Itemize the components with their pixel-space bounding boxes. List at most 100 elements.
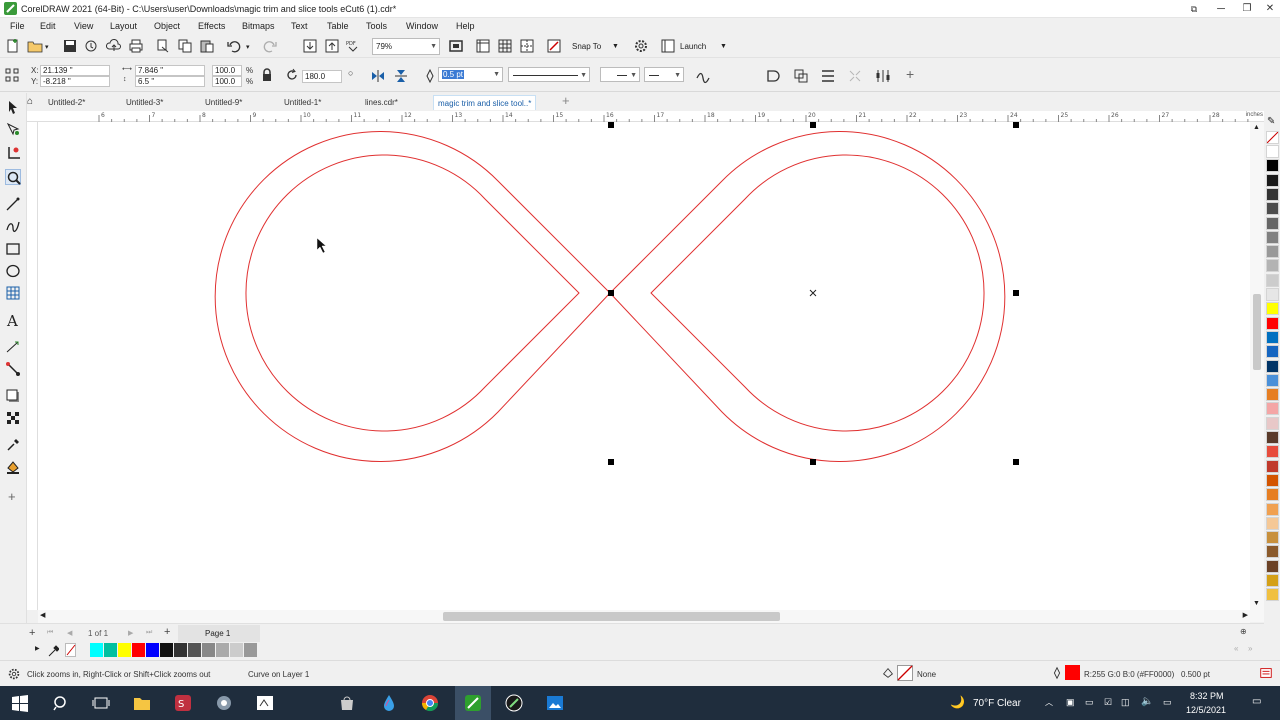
menu-tools[interactable]: Tools <box>366 21 387 31</box>
zoom-canvas-icon[interactable]: ⊕ <box>1240 627 1247 636</box>
launch-dropdown-arrow[interactable]: ▼ <box>720 43 727 50</box>
parallel-dimension-icon[interactable] <box>5 339 21 355</box>
previous-page-icon[interactable]: ◀ <box>67 629 72 637</box>
palette-swatch[interactable] <box>1266 302 1279 316</box>
cloud-upload-icon[interactable] <box>105 38 122 54</box>
width-field[interactable]: 7.846 " <box>135 65 205 76</box>
inner-left-loop[interactable] <box>245 154 580 432</box>
doc-palette-swatch[interactable] <box>216 643 229 657</box>
minimize-button[interactable]: ─ <box>1208 0 1234 18</box>
close-curve-icon[interactable] <box>765 68 781 84</box>
cut-icon[interactable] <box>155 38 171 54</box>
ellipse-tool-icon[interactable] <box>5 263 21 279</box>
text-tool-icon[interactable]: A <box>5 312 21 330</box>
show-grid-icon[interactable] <box>497 38 513 54</box>
palette-swatch[interactable] <box>1266 216 1279 230</box>
scale-y-field[interactable]: 100.0 <box>212 76 242 87</box>
fill-none-swatch[interactable] <box>897 665 913 681</box>
selection-handle-top-left[interactable] <box>608 122 614 128</box>
scroll-down-arrow[interactable]: ▼ <box>1253 600 1260 607</box>
last-page-icon[interactable]: ⏭ <box>146 629 152 637</box>
zoom-level-dropdown[interactable]: 79% ▼ <box>372 38 440 55</box>
doc-palette-swatch[interactable] <box>132 643 145 657</box>
tray-camera-icon[interactable]: ▭ <box>1085 697 1094 708</box>
new-document-icon[interactable] <box>5 38 21 54</box>
chrome-icon[interactable] <box>421 694 439 712</box>
outer-right-loop[interactable] <box>609 131 1006 462</box>
curve-shape-icon[interactable] <box>695 68 711 84</box>
palette-swatch[interactable] <box>1266 574 1279 587</box>
palette-swatch[interactable] <box>1266 259 1279 273</box>
palette-swatch[interactable] <box>1266 373 1279 387</box>
copy-icon[interactable] <box>177 38 193 54</box>
redo-icon[interactable] <box>262 38 278 54</box>
tab-untitled-1[interactable]: Untitled-1* <box>284 95 321 110</box>
battery-icon[interactable]: ▭ <box>1163 697 1172 708</box>
palette-swatch[interactable] <box>1266 345 1279 359</box>
align-icon[interactable] <box>875 68 891 84</box>
selection-handle-bottom-right[interactable] <box>1013 459 1019 465</box>
launch-app-icon[interactable] <box>660 38 676 54</box>
doc-palette-swatch[interactable] <box>118 643 131 657</box>
menu-object[interactable]: Object <box>154 21 180 31</box>
page-tab-1[interactable]: Page 1 <box>178 625 260 642</box>
vertical-scroll-thumb[interactable] <box>1253 294 1261 370</box>
lock-ratio-icon[interactable] <box>259 67 275 83</box>
doc-palette-scroll-left[interactable]: « <box>1234 644 1238 653</box>
palette-swatch[interactable] <box>1266 330 1279 344</box>
options-gear-icon[interactable] <box>633 38 649 54</box>
full-screen-preview-icon[interactable] <box>448 38 464 54</box>
doc-palette-scroll-right[interactable]: » <box>1248 644 1252 653</box>
align-distribute-icon[interactable] <box>820 68 836 84</box>
menu-window[interactable]: Window <box>406 21 438 31</box>
palette-eyedropper-icon[interactable]: ✎ <box>1267 116 1275 127</box>
add-property-icon[interactable]: + <box>906 66 914 82</box>
menu-edit[interactable]: Edit <box>40 21 56 31</box>
palette-swatch[interactable] <box>1266 473 1279 487</box>
y-position-field[interactable]: -8.218 " <box>40 76 110 87</box>
palette-none-swatch[interactable] <box>1266 131 1279 144</box>
menu-file[interactable]: File <box>10 21 25 31</box>
palette-swatch[interactable] <box>1266 316 1279 330</box>
launch-label[interactable]: Launch <box>680 42 706 51</box>
rectangle-tool-icon[interactable] <box>5 241 21 257</box>
doc-palette-expand-arrow[interactable]: ▶ <box>35 645 40 652</box>
paste-icon[interactable] <box>199 38 215 54</box>
palette-swatch[interactable] <box>1266 531 1279 545</box>
infinity-curve-drawing[interactable] <box>38 122 1250 610</box>
import-icon[interactable] <box>302 38 318 54</box>
palette-swatch[interactable] <box>1266 559 1279 573</box>
weather-text[interactable]: 70°F Clear <box>973 698 1021 709</box>
coreldraw-alt-taskbar-icon[interactable]: S <box>174 694 192 712</box>
menu-layout[interactable]: Layout <box>110 21 137 31</box>
selection-handle-bottom-center[interactable] <box>810 459 816 465</box>
palette-swatch[interactable] <box>1266 516 1279 530</box>
add-page-before-icon[interactable]: + <box>29 627 35 639</box>
horizontal-scroll-thumb[interactable] <box>443 612 780 621</box>
print-icon[interactable] <box>128 38 144 54</box>
export-icon[interactable] <box>324 38 340 54</box>
weather-moon-icon[interactable]: 🌙 <box>950 695 965 709</box>
tray-network-icon[interactable]: ◫ <box>1121 697 1130 708</box>
color-management-icon[interactable] <box>1259 666 1273 680</box>
palette-swatch[interactable] <box>1266 230 1279 244</box>
show-hidden-icons-chevron[interactable]: ︿ <box>1045 697 1053 708</box>
doc-palette-swatch[interactable] <box>90 643 103 657</box>
show-guidelines-icon[interactable] <box>519 38 535 54</box>
palette-swatch[interactable] <box>1266 459 1279 473</box>
tab-untitled-2[interactable]: Untitled-2* <box>48 95 85 110</box>
palette-swatch[interactable] <box>1266 416 1279 430</box>
clock-time[interactable]: 8:32 PM <box>1190 691 1224 701</box>
doc-palette-swatch[interactable] <box>174 643 187 657</box>
first-page-icon[interactable]: ⏮ <box>47 629 53 637</box>
doc-palette-none-swatch[interactable] <box>65 643 76 657</box>
open-folder-icon[interactable] <box>27 38 43 54</box>
show-rulers-icon[interactable] <box>475 38 491 54</box>
eyedropper-icon[interactable] <box>5 437 21 453</box>
horizontal-scrollbar[interactable]: ◀ ▶ <box>38 610 1250 623</box>
undo-dropdown-arrow[interactable]: ▾ <box>246 43 250 51</box>
palette-swatch[interactable] <box>1266 402 1279 416</box>
doc-palette-swatch[interactable] <box>104 643 117 657</box>
outline-pen-status-icon[interactable] <box>1051 666 1063 680</box>
connector-tool-icon[interactable] <box>5 361 21 377</box>
